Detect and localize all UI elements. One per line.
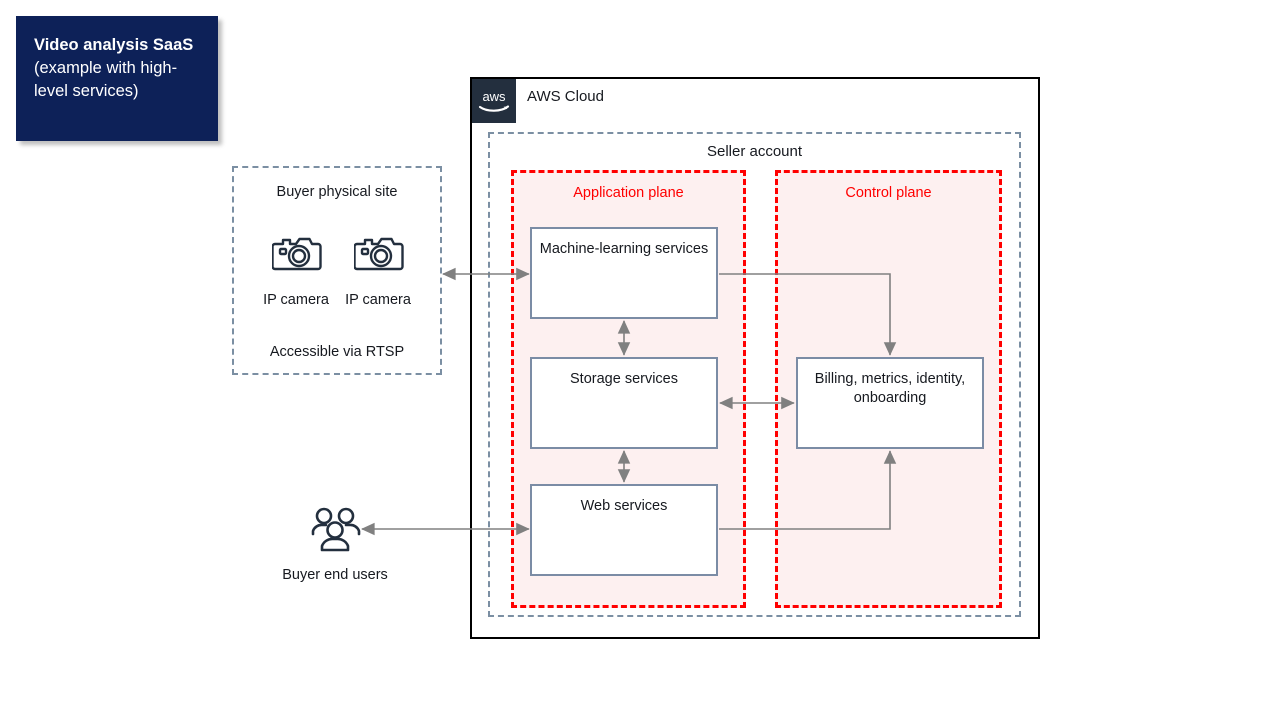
buyer-physical-site-label: Buyer physical site bbox=[276, 184, 398, 200]
rtsp-note-label: Accessible via RTSP bbox=[269, 344, 405, 360]
svg-text:aws: aws bbox=[482, 89, 506, 104]
aws-logo-icon: aws bbox=[472, 79, 516, 123]
application-plane-label: Application plane bbox=[573, 185, 684, 201]
title-rest: (example with high-level services) bbox=[34, 59, 178, 100]
camera-2-label: IP camera bbox=[345, 292, 411, 308]
title-banner: Video analysis SaaS (example with high-l… bbox=[16, 16, 218, 141]
buyer-end-users-label: Buyer end users bbox=[282, 567, 388, 583]
title-strong: Video analysis SaaS bbox=[34, 36, 194, 54]
machine-learning-services-box[interactable]: Machine-learning services bbox=[530, 227, 718, 319]
billing-metrics-identity-onboarding-box[interactable]: Billing, metrics, identity, onboarding bbox=[796, 357, 984, 449]
aws-cloud-label: AWS Cloud bbox=[527, 88, 604, 105]
control-plane-label: Control plane bbox=[845, 185, 932, 201]
camera-icon bbox=[271, 231, 322, 280]
camera-icon bbox=[353, 231, 404, 280]
web-services-box[interactable]: Web services bbox=[530, 484, 718, 576]
users-group-icon bbox=[310, 506, 362, 559]
seller-account-label: Seller account bbox=[706, 143, 803, 160]
storage-services-box[interactable]: Storage services bbox=[530, 357, 718, 449]
diagram-canvas: Video analysis SaaS (example with high-l… bbox=[0, 0, 1280, 720]
